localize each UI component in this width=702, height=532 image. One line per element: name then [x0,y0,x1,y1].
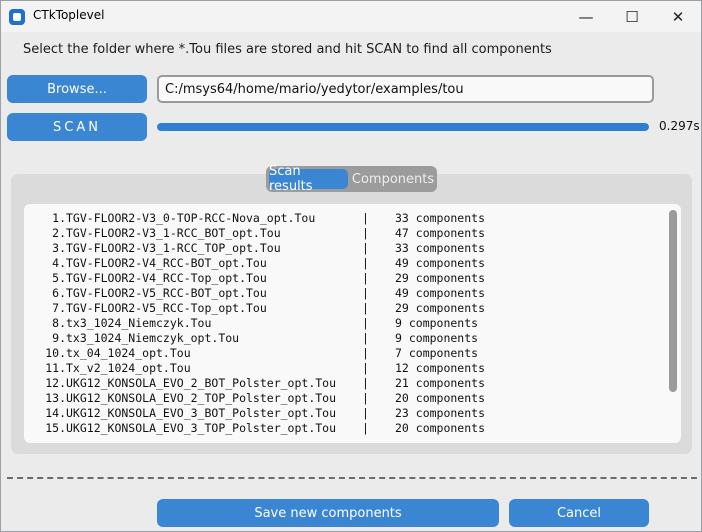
result-filename: TGV-FLOOR2-V5_RCC-BOT_opt.Tou [66,286,267,300]
result-index: 1. [52,211,66,225]
result-count: 49 components [395,256,486,270]
browse-button[interactable]: Browse... [7,75,147,103]
instruction-text: Select the folder where *.Tou files are … [23,42,552,57]
result-filename: TGV-FLOOR2-V5_RCC-Top_opt.Tou [66,301,267,315]
result-index: 13. [45,391,66,405]
result-index: 14. [45,406,66,420]
result-index: 10. [45,346,66,360]
result-count: 49 components [395,286,486,300]
result-separator: | [362,286,369,300]
result-filename: tx_04_1024_opt.Tou [66,346,191,360]
result-separator: | [362,391,369,405]
result-separator: | [362,346,369,360]
elapsed-time: 0.297s [659,119,700,133]
app-icon [9,9,25,25]
result-filename: TGV-FLOOR2-V4_RCC-Top_opt.Tou [66,271,267,285]
result-filename: TGV-FLOOR2-V3_1-RCC_TOP_opt.Tou [66,241,281,255]
result-index: 11. [45,361,66,375]
result-count: 12 components [395,361,486,375]
tab-components[interactable]: Components [352,169,434,189]
result-count: 20 components [395,391,486,405]
result-separator: | [362,226,369,240]
result-index: 8. [52,316,66,330]
result-index: 3. [52,241,66,255]
result-filename: TGV-FLOOR2-V4_RCC-BOT_opt.Tou [66,256,267,270]
result-index: 7. [52,301,66,315]
result-filename: UKG12_KONSOLA_EVO_2_TOP_Polster_opt.Tou [66,391,337,405]
title-bar: CTkToplevel — ☐ ✕ [1,1,701,32]
results-scrollbar[interactable] [669,210,677,392]
maximize-button[interactable]: ☐ [609,1,655,32]
result-index: 9. [52,331,66,345]
scan-progress-fill [157,123,649,131]
save-components-button[interactable]: Save new components [157,499,499,527]
result-filename: TGV-FLOOR2-V3_1-RCC_BOT_opt.Tou [66,226,281,240]
cancel-button[interactable]: Cancel [509,499,649,527]
result-filename: tx3_1024_Niemczyk_opt.Tou [66,331,240,345]
result-index: 2. [52,226,66,240]
dialog-window: CTkToplevel — ☐ ✕ Select the folder wher… [0,0,702,532]
result-separator: | [362,256,369,270]
result-separator: | [362,421,369,435]
result-count: 9 components [395,316,479,330]
scan-button[interactable]: SCAN [7,113,147,141]
result-separator: | [362,331,369,345]
result-count: 47 components [395,226,486,240]
window-title: CTkToplevel [33,8,105,22]
result-count: 9 components [395,331,479,345]
result-count: 7 components [395,346,479,360]
result-separator: | [362,211,369,225]
scan-progress-bar [157,123,649,131]
result-filename: TGV-FLOOR2-V3_0-TOP-RCC-Nova_opt.Tou [66,211,316,225]
result-count: 29 components [395,301,486,315]
result-count: 20 components [395,421,486,435]
result-filename: UKG12_KONSOLA_EVO_3_BOT_Polster_opt.Tou [66,406,337,420]
close-button[interactable]: ✕ [655,1,701,32]
result-count: 21 components [395,376,486,390]
result-count: 29 components [395,271,486,285]
result-count: 23 components [395,406,486,420]
result-index: 12. [45,376,66,390]
tab-scan-results[interactable]: Scan results [269,164,348,194]
result-index: 6. [52,286,66,300]
result-filename: tx3_1024_Niemczyk.Tou [66,316,212,330]
result-separator: | [362,361,369,375]
result-count: 33 components [395,241,486,255]
result-filename: Tx_v2_1024_opt.Tou [66,361,191,375]
tab-switcher: Scan results Components [266,164,437,194]
result-index: 4. [52,256,66,270]
result-separator: | [362,271,369,285]
result-filename: UKG12_KONSOLA_EVO_2_BOT_Polster_opt.Tou [66,376,337,390]
result-separator: | [362,301,369,315]
result-separator: | [362,316,369,330]
result-separator: | [362,406,369,420]
minimize-button[interactable]: — [563,1,609,32]
separator-line [7,477,697,479]
results-textbox[interactable]: 1. TGV-FLOOR2-V3_0-TOP-RCC-Nova_opt.Tou | 3… [24,204,681,443]
result-filename: UKG12_KONSOLA_EVO_3_TOP_Polster_opt.Tou [66,421,337,435]
result-separator: | [362,241,369,255]
result-index: 5. [52,271,66,285]
folder-path-input[interactable] [157,75,654,103]
result-index: 15. [45,421,66,435]
result-count: 33 components [395,211,486,225]
result-separator: | [362,376,369,390]
